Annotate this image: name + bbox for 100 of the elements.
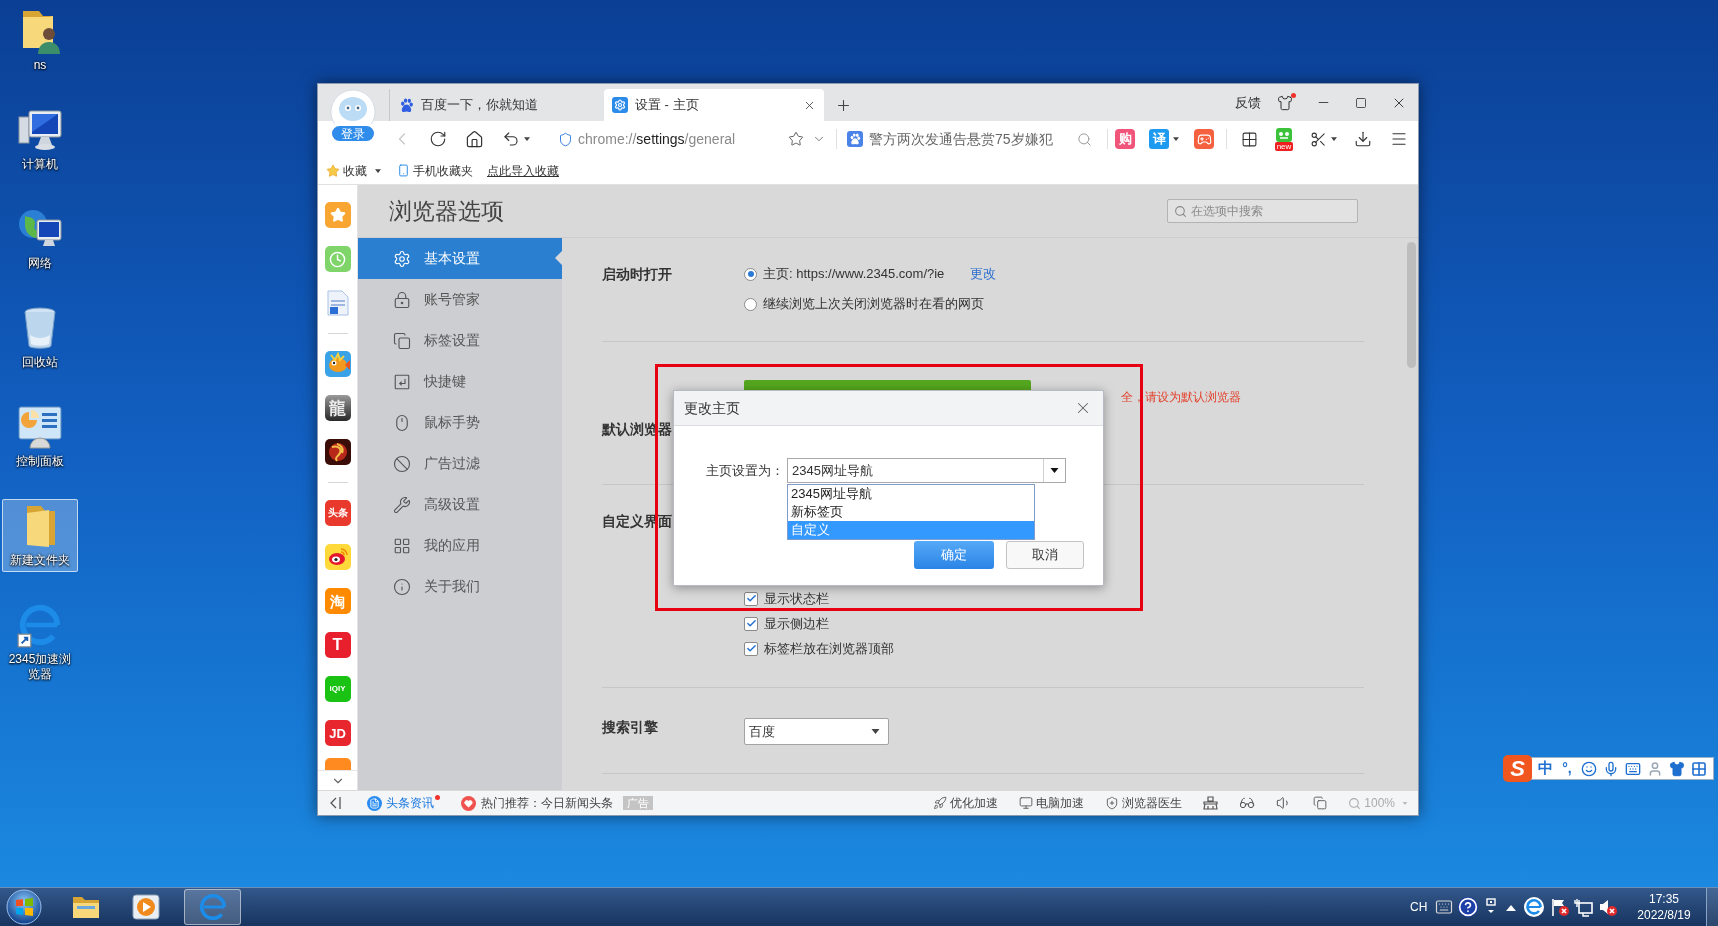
cancel-button[interactable]: 取消 (1006, 541, 1084, 569)
app-shortcut[interactable]: JD (324, 720, 351, 746)
game-icon[interactable] (324, 439, 351, 465)
warning-text: 全，请设为默认浏览器 (1121, 389, 1241, 406)
page-title: 浏览器选项 (389, 196, 504, 226)
scissors-icon[interactable] (1309, 130, 1327, 148)
tool-link[interactable]: 浏览器医生 (1122, 794, 1183, 812)
option-label: 显示状态栏 (764, 589, 829, 608)
app-tile-icon[interactable] (324, 758, 351, 770)
language-indicator[interactable]: CH (1410, 898, 1430, 916)
homepage-select[interactable]: 2345网址导航 (787, 458, 1066, 483)
nav-item[interactable]: 标签设置 (358, 320, 562, 361)
import-link[interactable]: 点此导入收藏 (487, 161, 559, 180)
address-field[interactable]: chrome://settings/general (556, 125, 828, 153)
search-engine-select[interactable]: 百度 (744, 718, 889, 745)
show-hidden-icon[interactable] (1504, 903, 1518, 911)
radio-button[interactable] (744, 297, 757, 311)
nav-item[interactable]: 我的应用 (358, 525, 562, 566)
flag-error-icon[interactable] (1550, 897, 1570, 917)
nav-item[interactable]: 快捷键 (358, 361, 562, 402)
help-icon[interactable] (1458, 897, 1478, 917)
translate-button[interactable]: 译 (1149, 129, 1169, 149)
copy-icon[interactable] (1313, 796, 1328, 810)
shirt-icon[interactable] (1669, 760, 1685, 777)
dropdown-option[interactable]: 自定义 (788, 521, 1034, 539)
ime-logo[interactable]: S (1503, 755, 1532, 782)
app-shortcut[interactable]: 头条 (324, 500, 351, 526)
radio-button[interactable] (744, 267, 757, 281)
input-mode-toggle[interactable]: 中 (1534, 757, 1556, 780)
home-icon[interactable] (464, 129, 484, 149)
lock-icon (393, 290, 411, 309)
dropdown-option[interactable]: 2345网址导航 (788, 485, 1034, 503)
browser-icon[interactable] (1524, 897, 1544, 917)
document-icon[interactable] (325, 290, 350, 316)
checkbox[interactable] (744, 616, 758, 631)
news-link[interactable]: 头条资讯 (386, 794, 434, 812)
search-field[interactable]: 在选项中搜索 (1167, 199, 1358, 223)
bookmark-folder[interactable]: 手机收藏夹 (413, 161, 473, 180)
microphone-icon[interactable] (1603, 760, 1619, 777)
favorites-menu[interactable]: 收藏 (343, 161, 367, 180)
monitor-icon[interactable] (1019, 796, 1034, 810)
undo-icon[interactable] (502, 130, 520, 148)
start-button[interactable] (6, 889, 42, 925)
shop-button[interactable]: 购 (1115, 129, 1135, 149)
show-desktop-button[interactable] (1706, 888, 1718, 926)
search-icon[interactable] (1077, 131, 1092, 147)
dropdown-option[interactable]: 新标签页 (788, 503, 1034, 521)
glasses-icon[interactable] (1239, 795, 1256, 811)
eye-logo-icon[interactable] (324, 544, 351, 570)
collapse-icon[interactable] (330, 797, 341, 809)
tool-link[interactable]: 优化加速 (950, 794, 999, 812)
search-box[interactable]: 警方两次发通告悬赏75岁嫌犯 (845, 125, 1107, 153)
grid-icon[interactable] (1240, 130, 1258, 148)
confirm-button[interactable]: 确定 (914, 541, 994, 569)
browser-tab[interactable]: 设置 - 主页 (604, 89, 824, 121)
shirt-icon[interactable] (1277, 94, 1293, 111)
maximize-icon[interactable] (1355, 96, 1367, 109)
nav-item[interactable]: 关于我们 (358, 566, 562, 607)
muted-speaker-icon[interactable] (1598, 897, 1618, 917)
computer-icon (17, 107, 63, 153)
app-shortcut[interactable]: 龍 (324, 395, 351, 421)
app-shortcut[interactable]: T (324, 632, 351, 658)
media-player-icon[interactable] (132, 894, 160, 920)
search-query: 警方两次发通告悬赏75岁嫌犯 (869, 129, 1053, 149)
nav-item[interactable]: 鼠标手势 (358, 402, 562, 443)
change-link[interactable]: 更改 (970, 264, 997, 284)
mouse-icon (393, 413, 411, 432)
keyboard-icon[interactable] (1434, 898, 1454, 916)
nav-item[interactable]: 基本设置 (358, 238, 562, 279)
wrench-icon (393, 495, 411, 514)
tool-link[interactable]: 电脑加速 (1036, 794, 1085, 812)
punctuation-toggle[interactable]: °, (1556, 758, 1578, 779)
phone-icon (397, 164, 410, 177)
nav-item[interactable]: 高级设置 (358, 484, 562, 525)
caret-icon (1173, 137, 1179, 141)
shield-plus-icon[interactable] (1105, 796, 1120, 810)
feedback-button[interactable]: 反馈 (1230, 92, 1266, 113)
folder-icon[interactable] (71, 894, 101, 920)
broom-icon[interactable] (1203, 796, 1219, 810)
nav-item[interactable]: 账号管家 (358, 279, 562, 320)
browser-shortcut-icon (17, 602, 63, 648)
gamepad-icon[interactable] (1194, 129, 1214, 149)
reload-icon[interactable] (429, 130, 447, 148)
prohibited-icon (393, 454, 411, 473)
menu-icon[interactable] (1390, 130, 1408, 148)
smile-icon[interactable] (1581, 760, 1597, 777)
desktop-icon[interactable]: 新建文件夹 (2, 499, 78, 572)
promo-link[interactable]: 热门推荐：今日新闻头条 (481, 794, 613, 812)
settings-icon (612, 97, 628, 113)
keyboard-icon[interactable] (1625, 760, 1641, 777)
news-icon[interactable] (367, 795, 382, 811)
network-icon[interactable] (1574, 897, 1594, 917)
nav-item[interactable]: 广告过滤 (358, 443, 562, 484)
checkbox[interactable] (744, 591, 758, 606)
bookmark-star-icon[interactable] (788, 131, 804, 147)
rocket-icon[interactable] (933, 796, 948, 810)
download-icon[interactable] (1354, 130, 1372, 148)
checkbox[interactable] (744, 641, 758, 656)
login-button[interactable]: 登录 (330, 124, 376, 143)
scrollbar-thumb[interactable] (1406, 242, 1416, 368)
